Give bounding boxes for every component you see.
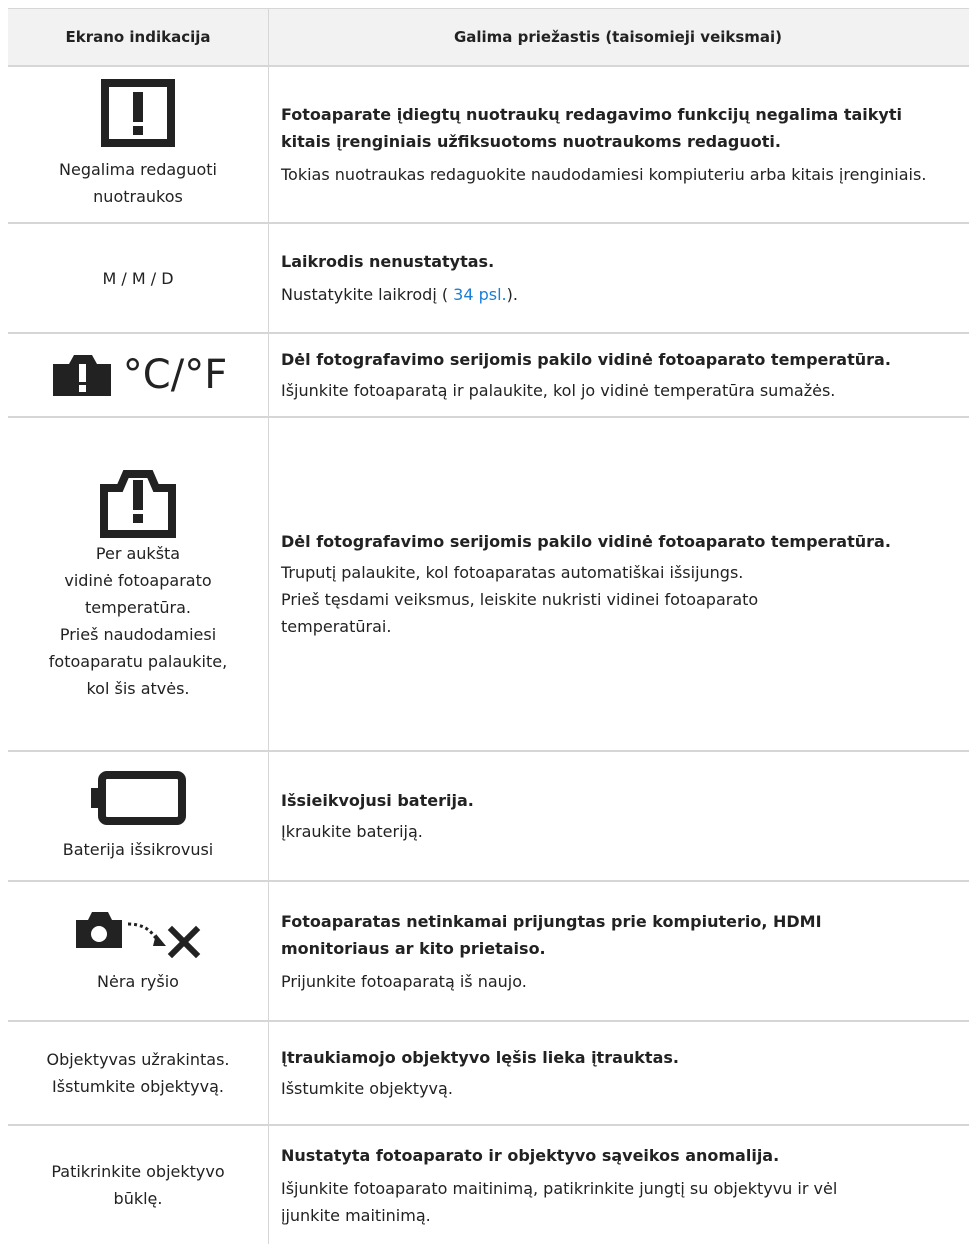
cause-cell: Dėl fotografavimo serijomis pakilo vidin… [268,418,969,750]
table-row: °C/°F Dėl fotografavimo serijomis pakilo… [8,334,969,418]
indication-cell: Per aukšta vidinė fotoaparato temperatūr… [8,418,268,750]
header-indication: Ekrano indikacija [65,28,211,46]
indication-cell: Patikrinkite objektyvo būklę. [8,1126,268,1244]
camera-warning-outline-icon [100,470,176,538]
page-link[interactable]: 34 psl. [453,285,506,304]
cause-text: Nustatyta fotoaparato ir objektyvo sąvei… [281,1145,780,1165]
indication-cell: °C/°F [8,334,268,416]
action-suffix: ). [506,285,518,304]
action-text: Truputį palaukite, kol fotoaparatas auto… [281,559,955,640]
header-cause: Galima priežastis (taisomieji veiksmai) [268,9,969,65]
action-line: Prieš tęsdami veiksmus, leiskite nukrist… [281,590,759,609]
indication-line: fotoaparatu palaukite, [48,652,228,671]
action-line: temperatūrai. [281,617,392,636]
table-header: Ekrano indikacija Galima priežastis (tai… [8,8,969,67]
indication-line: temperatūra. [85,598,191,617]
no-connection-icon [76,911,201,958]
temperature-unit-label: °C/°F [122,352,228,398]
table-row: M / M / D Laikrodis nenustatytas. Nustat… [8,224,969,334]
cause-text: Dėl fotografavimo serijomis pakilo vidin… [281,532,891,551]
cause-cell: Išsieikvojusi baterija. Įkraukite bateri… [268,752,969,880]
indication-label: Negalima redaguoti nuotraukos [59,160,217,206]
table-row: Patikrinkite objektyvo būklę. Nustatyta … [8,1126,969,1244]
camera-temperature-icon [52,355,111,396]
indication-line: Objektyvas užrakintas. [46,1050,230,1069]
indication-line: Išstumkite objektyvą. [52,1077,224,1096]
indication-line: Per aukšta [95,544,181,563]
indication-label: Baterija išsikrovusi [62,839,214,859]
indication-label: Per aukšta vidinė fotoaparato temperatūr… [49,540,227,702]
cause-text: Laikrodis nenustatytas. [281,252,495,271]
action-line: Truputį palaukite, kol fotoaparatas auto… [281,563,744,582]
action-text: Įkraukite bateriją. [281,822,423,841]
action-prefix: Nustatykite laikrodį ( [281,285,454,304]
cause-line: monitoriaus ar kito prietaiso. [281,938,546,958]
cause-cell: Laikrodis nenustatytas. Nustatykite laik… [268,224,969,332]
table-row: Negalima redaguoti nuotraukos Fotoaparat… [8,66,969,224]
cause-cell: Fotoaparatas netinkamai prijungtas prie … [268,882,969,1020]
action-text: Tokias nuotraukas redaguokite naudodamie… [281,164,927,184]
table-row: Nėra ryšio Fotoaparatas netinkamai priju… [8,882,969,1022]
table-row: Per aukšta vidinė fotoaparato temperatūr… [8,418,969,752]
indication-label: M / M / D [102,268,174,288]
warning-box-icon [101,79,175,147]
cause-cell: Fotoaparate įdiegtų nuotraukų redagavimo… [268,66,969,222]
action-text: Nustatykite laikrodį ( 34 psl.). [281,281,955,308]
camera-temperature-indicator: °C/°F [49,352,227,398]
action-line: įjunkite maitinimą. [281,1205,431,1225]
action-text: Išstumkite objektyvą. [281,1079,453,1098]
indication-line: Patikrinkite objektyvo [51,1162,225,1181]
indication-cell: M / M / D [8,224,268,332]
indication-line: kol šis atvės. [86,679,190,698]
indication-cell: Baterija išsikrovusi [8,752,268,880]
cause-text: Fotoaparate įdiegtų nuotraukų redagavimo… [281,104,902,151]
action-line: Išjunkite fotoaparato maitinimą, patikri… [281,1178,838,1198]
action-text: Prijunkite fotoaparatą iš naujo. [281,971,527,991]
indication-label: Nėra ryšio [97,971,179,991]
cause-cell: Nustatyta fotoaparato ir objektyvo sąvei… [268,1126,969,1244]
table-row: Baterija išsikrovusi Išsieikvojusi bater… [8,752,969,882]
cause-cell: Įtraukiamojo objektyvo lęšis lieka įtrau… [268,1022,969,1124]
cause-text: Fotoaparatas netinkamai prijungtas prie … [281,908,955,962]
indication-cell: Objektyvas užrakintas. Išstumkite objekt… [8,1022,268,1124]
cause-line: Fotoaparatas netinkamai prijungtas prie … [281,911,822,931]
action-text: Išjunkite fotoaparato maitinimą, patikri… [281,1175,955,1229]
indication-cell: Nėra ryšio [8,882,268,1020]
indication-line: Prieš naudodamiesi [59,625,217,644]
action-text: Išjunkite fotoaparatą ir palaukite, kol … [281,381,836,400]
battery-empty-icon [91,770,186,825]
cause-text: Dėl fotografavimo serijomis pakilo vidin… [281,350,891,369]
indication-line: vidinė fotoaparato [64,571,212,590]
cause-text: Įtraukiamojo objektyvo lęšis lieka įtrau… [281,1048,679,1067]
indication-cell: Negalima redaguoti nuotraukos [8,66,268,222]
cause-text: Išsieikvojusi baterija. [281,791,474,810]
indication-line: būklę. [113,1189,163,1208]
table-row: Objektyvas užrakintas. Išstumkite objekt… [8,1022,969,1126]
cause-cell: Dėl fotografavimo serijomis pakilo vidin… [268,334,969,416]
